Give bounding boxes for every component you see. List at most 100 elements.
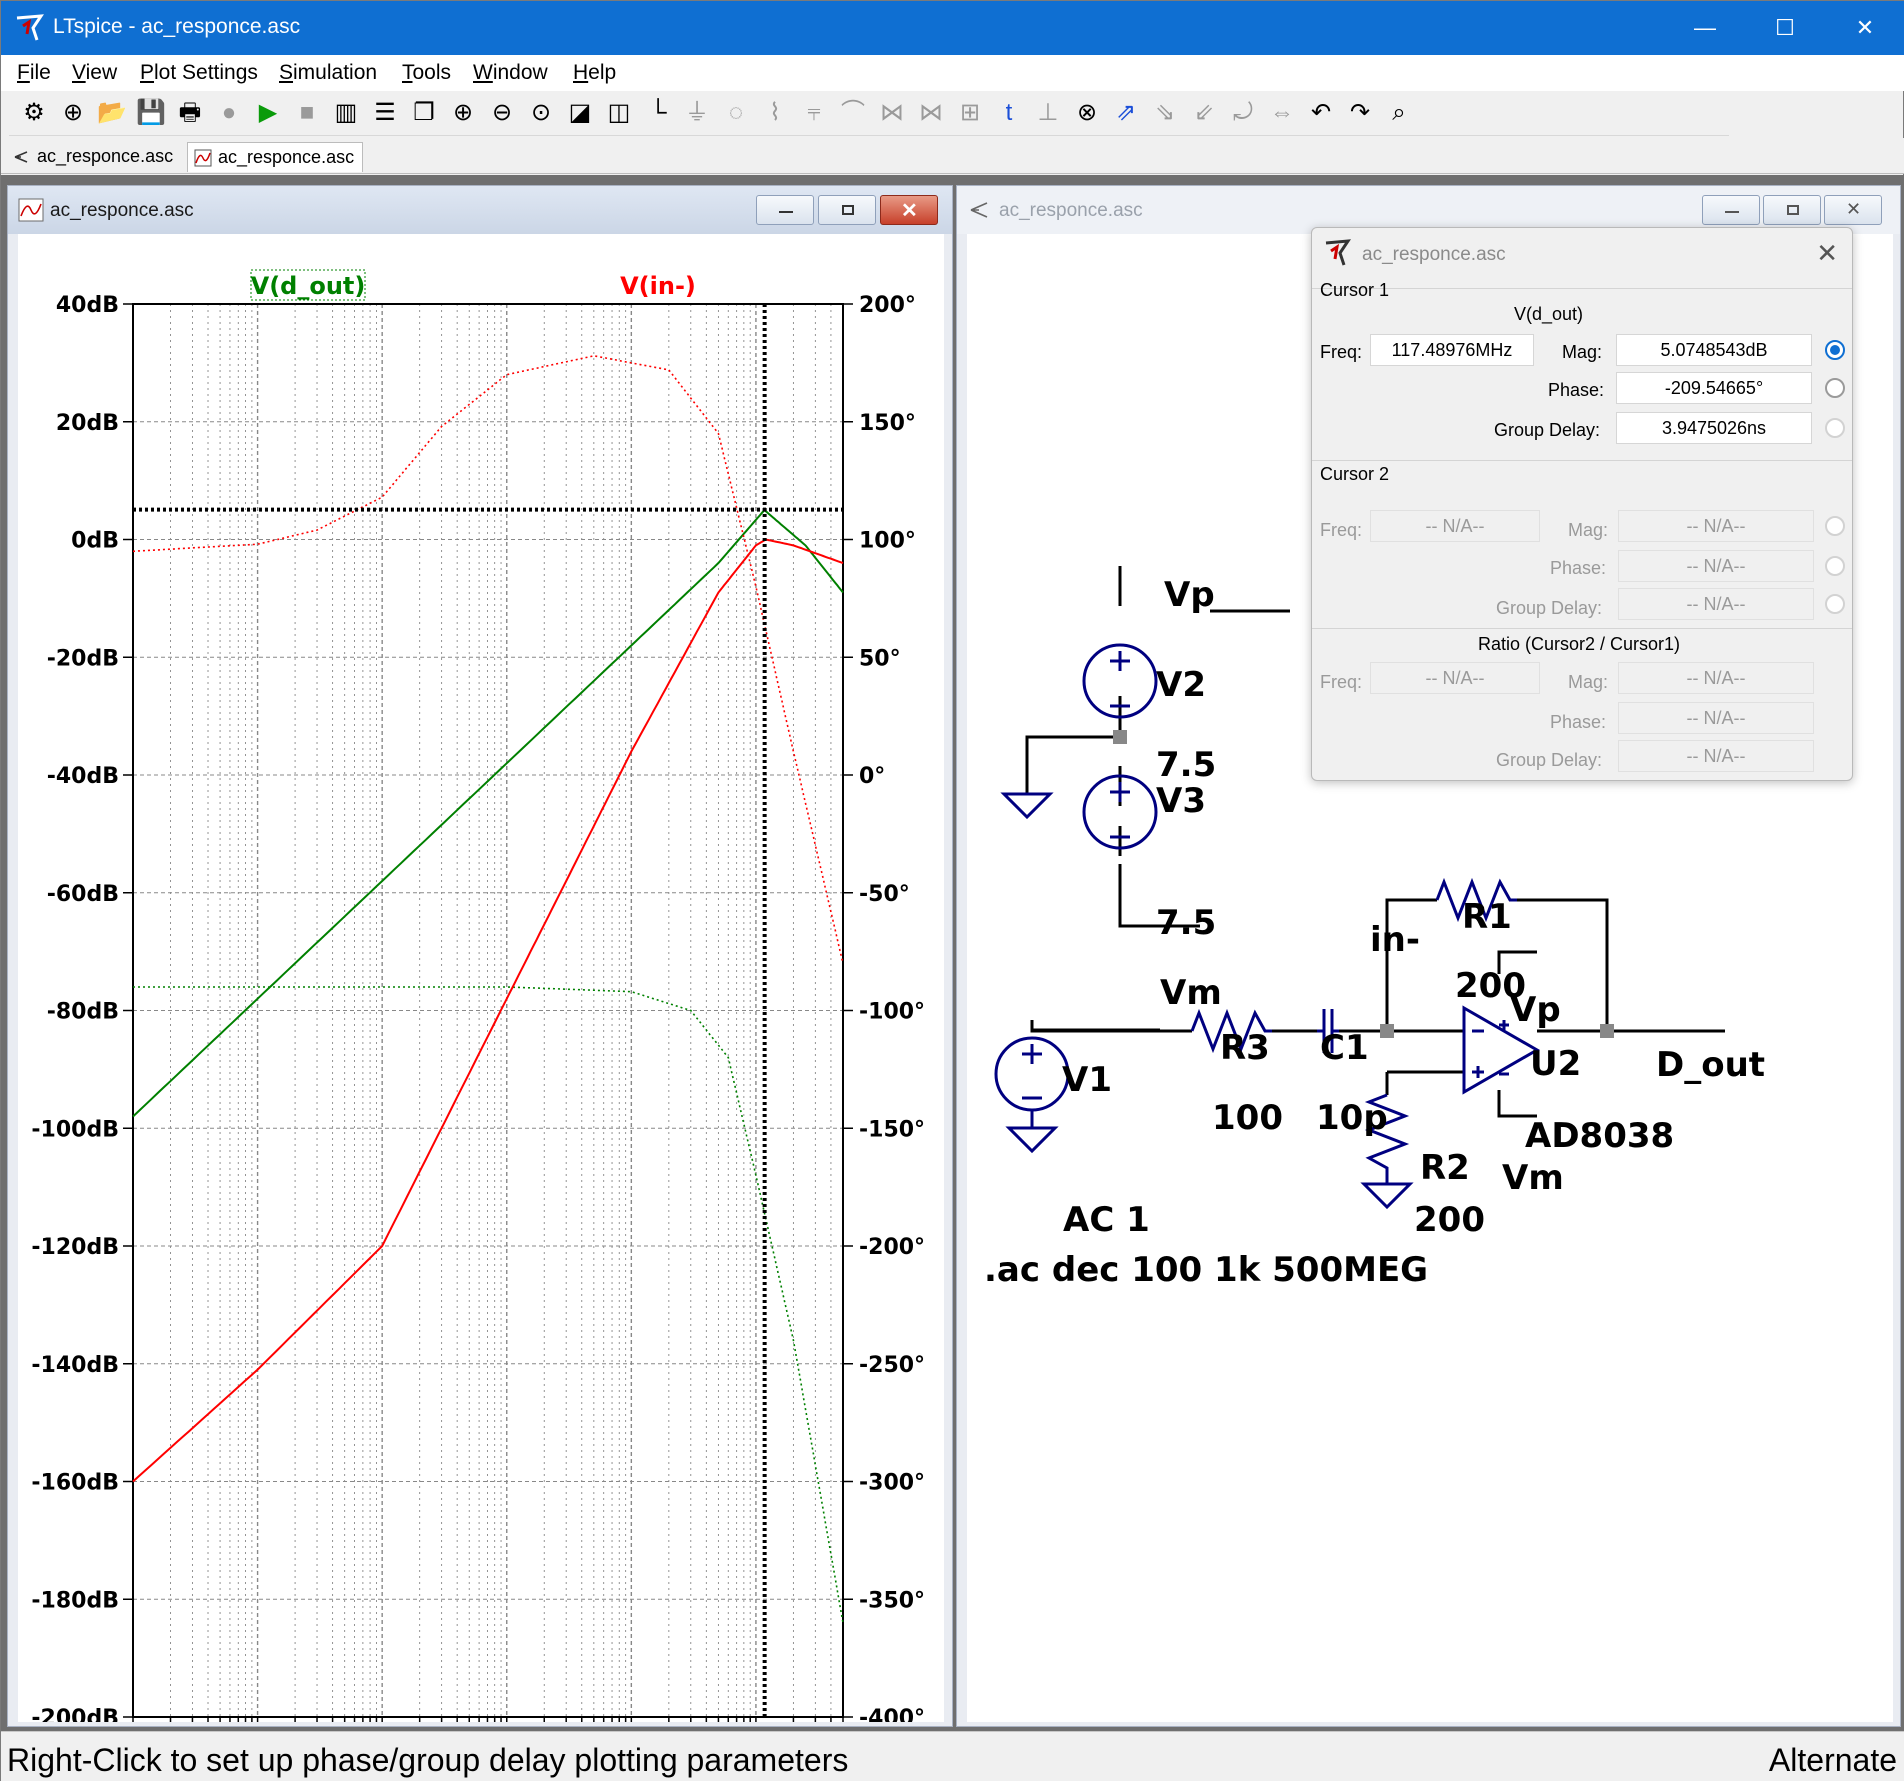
label-vm-opamp: Vm [1502,1158,1564,1198]
spice-directive-icon[interactable]: ⊥ [1031,95,1065,131]
close-button[interactable]: ✕ [1825,1,1904,55]
duplicate-icon[interactable]: ⇗ [1109,95,1143,131]
halt-icon[interactable]: ● [212,95,246,131]
menu-plot-settings[interactable]: Plot Settings [140,61,258,85]
cursor1-mag-field[interactable]: 5.0748543dB [1616,334,1812,366]
plot-minimize-button[interactable] [756,195,814,225]
tile-horizontal-icon[interactable]: ☰ [368,95,402,131]
run-icon[interactable]: ▶ [251,95,285,131]
cursor1-phase-radio[interactable] [1825,378,1845,398]
minimize-button[interactable]: — [1665,1,1745,55]
y-tick-label-left: -200dB [31,1706,119,1722]
title-bar: LTspice - ac_responce.asc — ☐ ✕ [1,1,1904,55]
tile-vertical-icon[interactable]: ▥ [329,95,363,131]
wire-icon[interactable]: └ [641,95,675,131]
cursor1-freq-label: Freq: [1320,342,1363,362]
redo-icon[interactable]: ↷ [1343,95,1377,131]
drag-icon[interactable]: ⇙ [1187,95,1221,131]
netlist-icon[interactable]: ⊞ [953,95,987,131]
inductor-icon[interactable]: ⌒ [836,95,870,131]
cursor2-mag-field: -- N/A-- [1618,510,1814,542]
mirror-icon[interactable]: ⇔ [1265,95,1299,131]
label-ac1: AC 1 [1063,1200,1150,1240]
tab-waveform[interactable]: ac_responce.asc [187,142,364,172]
zoom-in-icon[interactable]: ⊕ [446,95,480,131]
label-net-icon[interactable]: ◌ [719,95,753,131]
cursor1-mag-label: Mag: [1562,342,1603,362]
schematic-restore-button[interactable] [1763,195,1821,225]
tab-schematic[interactable]: ac_responce.asc [7,142,181,172]
label-vm-bottom: Vm [1160,973,1222,1013]
maximize-button[interactable]: ☐ [1745,1,1825,55]
menu-help[interactable]: Help [573,61,616,85]
menu-window[interactable]: Window [473,61,548,85]
cursor2-gd-field: -- N/A-- [1618,588,1814,620]
y-tick-label-left: -40dB [47,764,119,789]
menu-simulation[interactable]: Simulation [279,61,377,85]
settings-icon[interactable]: ⚙ [17,95,51,131]
label-v3-value: 7.5 [1156,903,1216,943]
window-title: LTspice - ac_responce.asc [53,15,301,38]
cascade-icon[interactable]: ❐ [407,95,441,131]
dialog-close-icon[interactable]: ✕ [1816,238,1838,269]
add-trace-icon[interactable]: ◫ [602,95,636,131]
y-tick-label-right: 100° [859,529,916,554]
y-tick-label-right: -50° [859,882,910,907]
cursor1-freq-field[interactable]: 117.48976MHz [1370,334,1534,366]
y-tick-label-left: -100dB [31,1117,119,1142]
label-r3-value: 100 [1212,1098,1283,1138]
y-tick-label-right: -200° [859,1235,925,1260]
label-v3: V3 [1156,781,1206,821]
cursor2-gd-radio [1825,594,1845,614]
zoom-fit-icon[interactable]: ⊙ [524,95,558,131]
label-u2: U2 [1530,1044,1581,1084]
cursor1-gd-radio[interactable] [1825,418,1845,438]
capacitor-icon[interactable]: ⫧ [797,95,831,131]
plot-close-button[interactable]: ✕ [880,195,938,225]
rotate-icon[interactable]: ⤾ [1226,95,1260,131]
schematic-close-button[interactable]: ✕ [1824,195,1882,225]
resistor-icon[interactable]: ⌇ [758,95,792,131]
delete-icon[interactable]: ⊗ [1070,95,1104,131]
menu-tools[interactable]: Tools [402,61,451,85]
move-icon[interactable]: ⇘ [1148,95,1182,131]
y-tick-label-right: -250° [859,1353,925,1378]
open-icon[interactable]: 📂 [95,95,129,131]
bode-plot[interactable]: 40dB 200° 20dB 150° 0dB 100° -20dB 50° -40dB 0° -6… [18,234,944,1753]
label-c1: C1 [1320,1028,1369,1068]
waveform-window-icon [18,198,44,222]
legend-v-d-out: V(d_out) [251,272,366,300]
label-d-out: D_out [1656,1045,1765,1085]
schematic-minimize-button[interactable] [1702,195,1760,225]
plot-window[interactable]: ac_responce.asc ✕ 40dB 200° 20dB 150° 0dB 100… [7,185,953,1753]
y-tick-label-left: 0dB [71,529,119,554]
plot-window-titlebar[interactable]: ac_responce.asc ✕ [8,186,952,234]
label-in-minus: in- [1370,920,1420,960]
cursor-dialog[interactable]: ac_responce.asc ✕ Cursor 1 V(d_out) Freq… [1311,227,1853,781]
find-icon[interactable]: ⌕ [1382,95,1416,131]
save-icon[interactable]: 💾 [134,95,168,131]
cursor1-phase-field[interactable]: -209.54665° [1616,372,1812,404]
text-icon[interactable]: t [992,95,1026,131]
y-tick-label-left: -20dB [47,646,119,671]
diode-icon[interactable]: ⋈ [875,95,909,131]
spice-directive[interactable]: .ac dec 100 1k 500MEG [984,1250,1428,1290]
menu-file[interactable]: File [17,61,51,85]
ltspice-logo-icon [16,14,44,41]
component-icon[interactable]: ⋈ [914,95,948,131]
print-icon[interactable]: 🖶 [173,95,207,131]
cursor1-mag-radio[interactable] [1825,340,1845,360]
plot-pane[interactable]: 40dB 200° 20dB 150° 0dB 100° -20dB 50° -40dB 0° -6… [18,234,944,1753]
ground-icon[interactable]: ⏚ [680,95,714,131]
stop-icon[interactable]: ■ [290,95,324,131]
new-schematic-icon[interactable]: ⊕ [56,95,90,131]
autorange-icon[interactable]: ◪ [563,95,597,131]
cursor2-gd-label: Group Delay: [1496,598,1603,618]
undo-icon[interactable]: ↶ [1304,95,1338,131]
legend-v-in-minus: V(in-) [620,272,696,300]
zoom-out-icon[interactable]: ⊖ [485,95,519,131]
cursor1-gd-field[interactable]: 3.9475026ns [1616,412,1812,444]
y-tick-label-right: -150° [859,1117,925,1142]
plot-restore-button[interactable] [818,195,876,225]
menu-view[interactable]: View [72,61,117,85]
